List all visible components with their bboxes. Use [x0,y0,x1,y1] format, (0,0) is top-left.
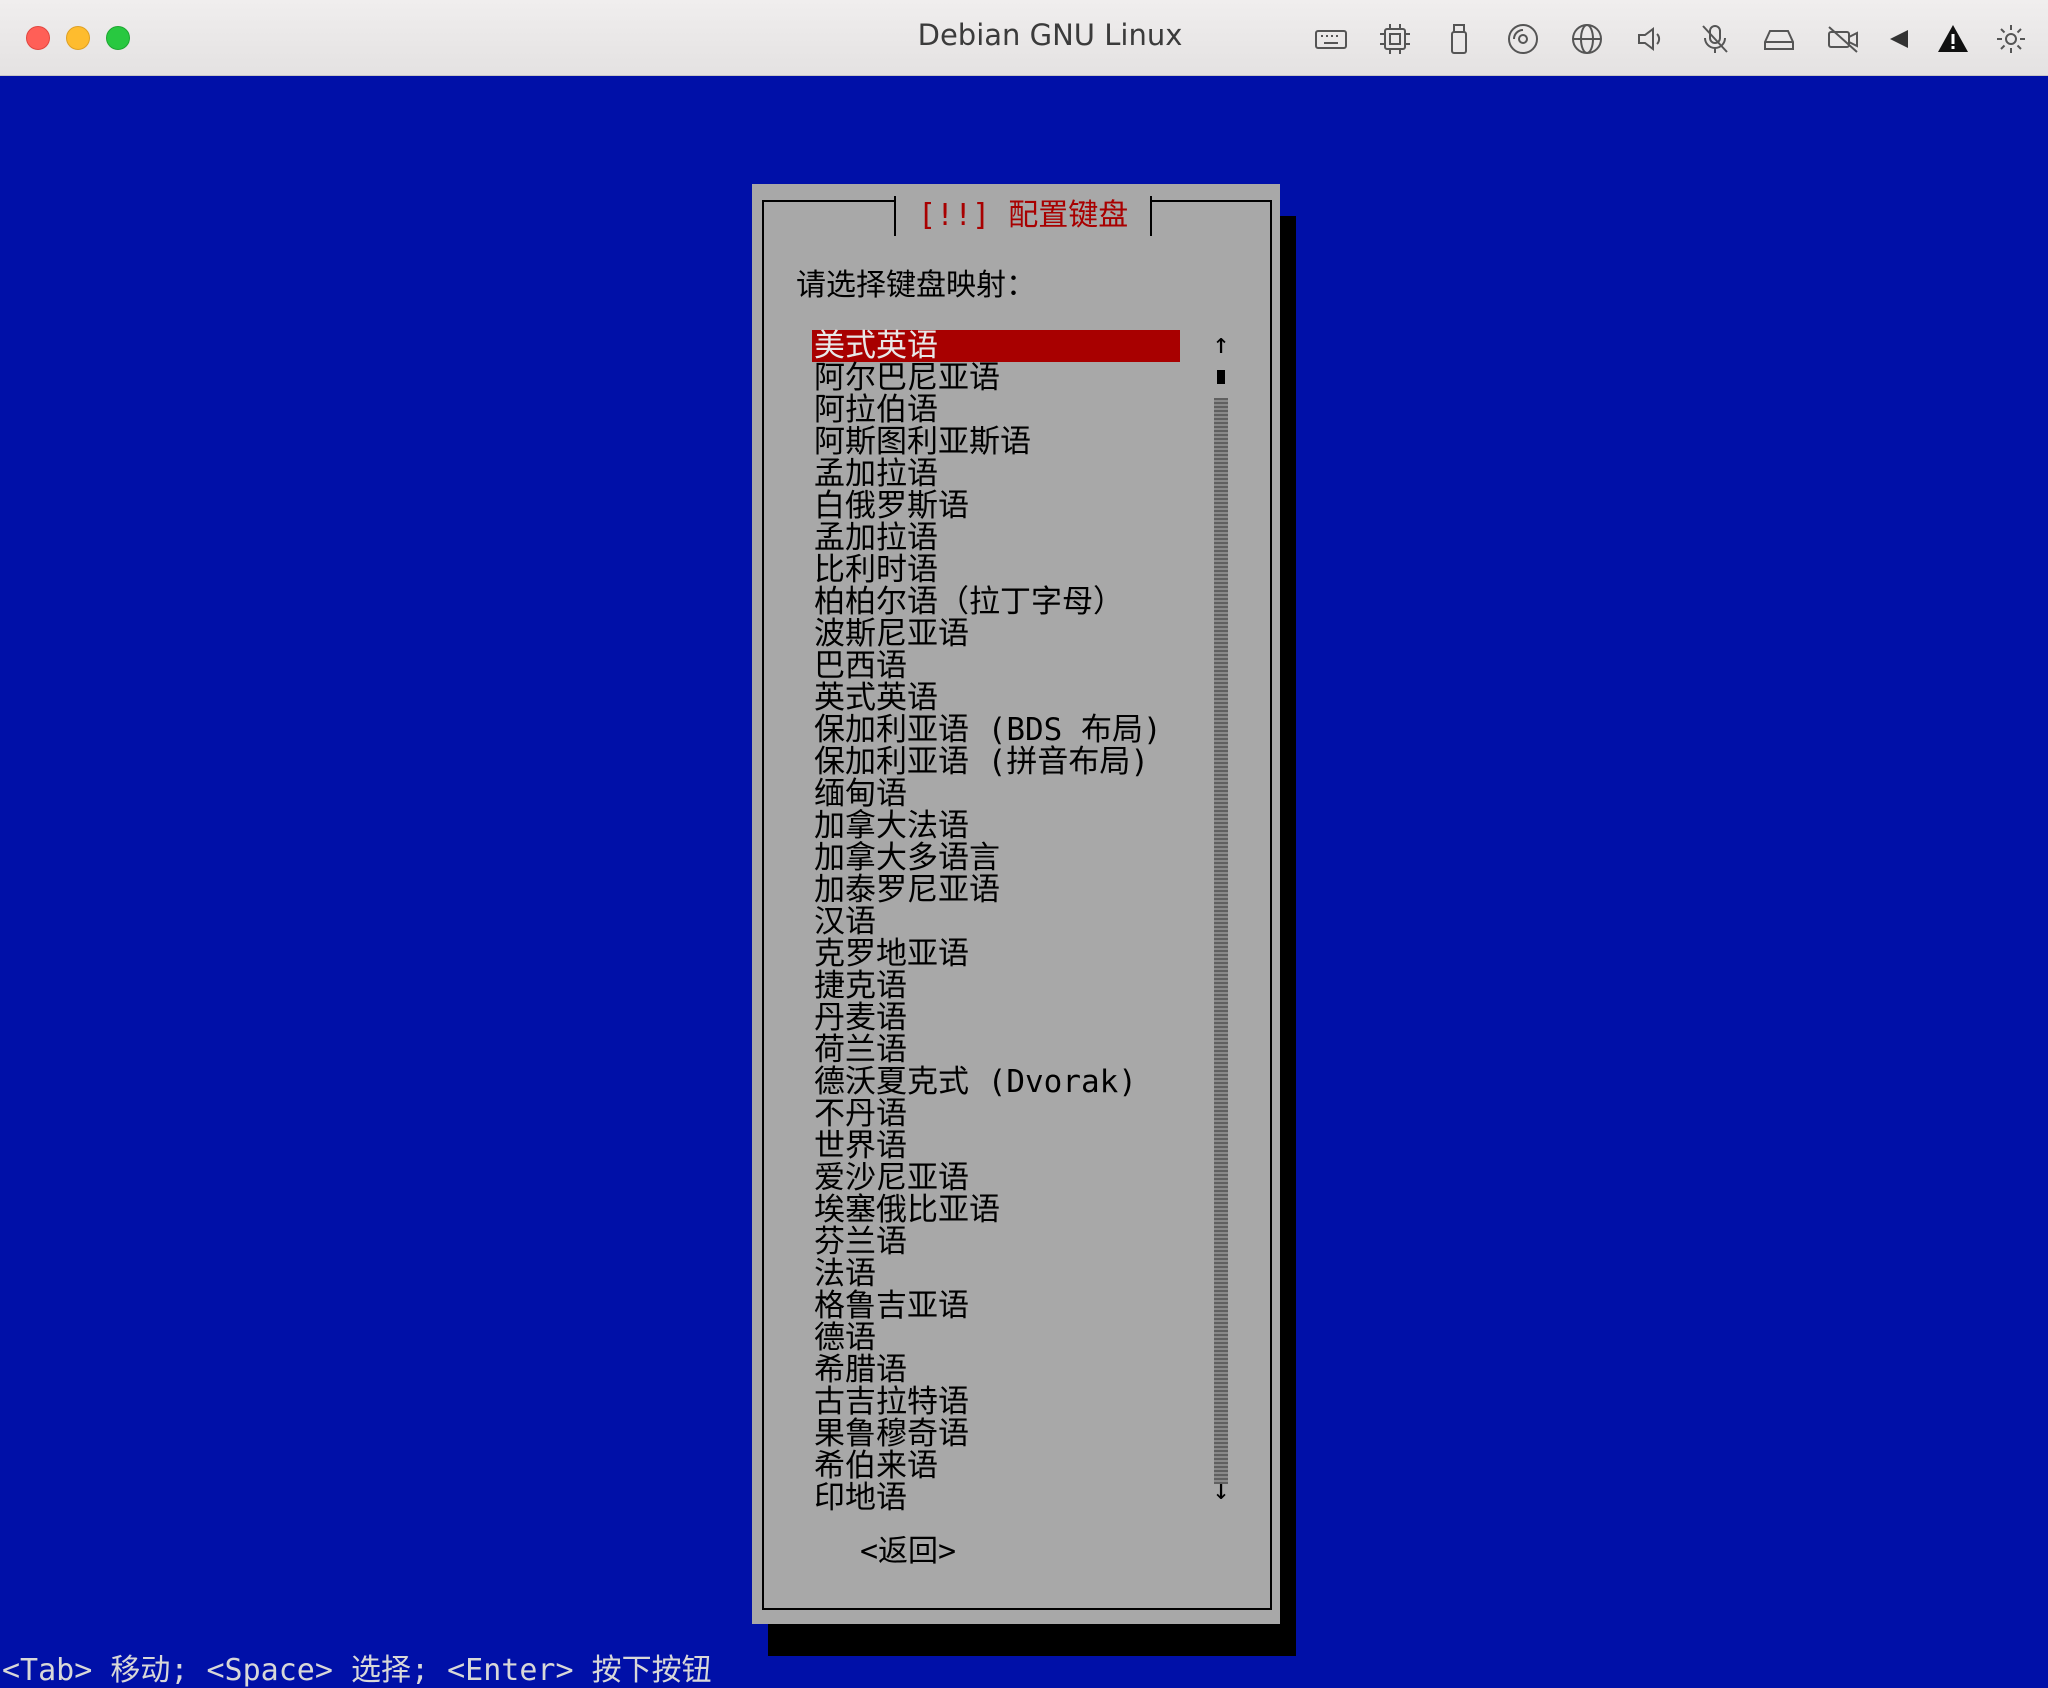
keymap-list-item[interactable]: 保加利亚语 (BDS 布局) [812,714,1180,746]
keymap-list-item[interactable]: 希伯来语 [812,1450,1180,1482]
keymap-list-item[interactable]: 法语 [812,1258,1180,1290]
cpu-icon[interactable] [1378,22,1412,56]
minimize-window-button[interactable] [66,26,90,50]
keymap-list-item[interactable]: 加拿大多语言 [812,842,1180,874]
back-button[interactable]: <返回> [860,1532,956,1572]
dialog-prompt: 请选择键盘映射： [796,268,1036,303]
usb-icon[interactable] [1442,22,1476,56]
keymap-list-item[interactable]: 柏柏尔语（拉丁字母） [812,586,1180,618]
keymap-list-item[interactable]: 印地语 [812,1482,1180,1514]
keymap-list-item[interactable]: 孟加拉语 [812,458,1180,490]
scrollbar-thumb[interactable] [1217,370,1225,384]
keymap-list-item[interactable]: 荷兰语 [812,1034,1180,1066]
keymap-list[interactable]: 美式英语 阿尔巴尼亚语 阿拉伯语 阿斯图利亚斯语 孟加拉语 白俄罗斯语 孟加拉语 比利时语 柏柏… [812,330,1180,1514]
keymap-list-item[interactable]: 汉语 [812,906,1180,938]
keymap-list-item[interactable]: 古吉拉特语 [812,1386,1180,1418]
keymap-list-item[interactable]: 保加利亚语 (拼音布局) [812,746,1180,778]
keymap-list-item[interactable]: 德语 [812,1322,1180,1354]
list-scrollbar[interactable]: ↑ ↓ [1210,330,1232,1510]
keymap-list-item[interactable]: 世界语 [812,1130,1180,1162]
window-title: Debian GNU Linux [917,18,1183,52]
keymap-list-item[interactable]: 丹麦语 [812,1002,1180,1034]
keymap-list-item[interactable]: 爱沙尼亚语 [812,1162,1180,1194]
keymap-list-item[interactable]: 加拿大法语 [812,810,1180,842]
keymap-list-item[interactable]: 白俄罗斯语 [812,490,1180,522]
camera-off-icon[interactable] [1826,22,1860,56]
keymap-list-item[interactable]: 缅甸语 [812,778,1180,810]
dialog-title: [!!] 配置键盘 [894,196,1153,236]
keymap-list-item[interactable]: 果鲁穆奇语 [812,1418,1180,1450]
speaker-icon[interactable] [1634,22,1668,56]
keymap-list-item[interactable]: 芬兰语 [812,1226,1180,1258]
keymap-list-item[interactable]: 美式英语 [812,330,1180,362]
maximize-window-button[interactable] [106,26,130,50]
keymap-list-item[interactable]: 巴西语 [812,650,1180,682]
disc-icon[interactable] [1506,22,1540,56]
scroll-up-arrow-icon[interactable]: ↑ [1210,330,1232,358]
microphone-muted-icon[interactable] [1698,22,1732,56]
dialog-frame: [!!] 配置键盘 请选择键盘映射： 美式英语 阿尔巴尼亚语 阿拉伯语 阿斯图利亚斯语… [762,196,1272,1610]
keymap-list-item[interactable]: 不丹语 [812,1098,1180,1130]
scroll-down-arrow-icon[interactable]: ↓ [1210,1476,1232,1504]
keymap-list-item[interactable]: 德沃夏克式 (Dvorak) [812,1066,1180,1098]
warning-icon[interactable] [1936,22,1970,56]
keymap-list-item[interactable]: 埃塞俄比亚语 [812,1194,1180,1226]
keymap-list-item[interactable]: 希腊语 [812,1354,1180,1386]
window-titlebar: Debian GNU Linux [0,0,2048,76]
close-window-button[interactable] [26,26,50,50]
back-arrow-icon[interactable] [1882,22,1916,56]
network-icon[interactable] [1570,22,1604,56]
scrollbar-track[interactable] [1214,398,1228,1484]
keymap-list-item[interactable]: 克罗地亚语 [812,938,1180,970]
keyboard-icon[interactable] [1314,22,1348,56]
terminal-screen: [!!] 配置键盘 请选择键盘映射： 美式英语 阿尔巴尼亚语 阿拉伯语 阿斯图利亚斯语… [0,76,2048,1688]
keymap-list-item[interactable]: 阿斯图利亚斯语 [812,426,1180,458]
keymap-list-item[interactable]: 阿尔巴尼亚语 [812,362,1180,394]
help-statusline: <Tab> 移动; <Space> 选择; <Enter> 按下按钮 [2,1653,712,1688]
keymap-list-item[interactable]: 加泰罗尼亚语 [812,874,1180,906]
keymap-list-item[interactable]: 捷克语 [812,970,1180,1002]
settings-icon[interactable] [1994,22,2028,56]
keymap-list-item[interactable]: 比利时语 [812,554,1180,586]
keyboard-config-dialog: [!!] 配置键盘 请选择键盘映射： 美式英语 阿尔巴尼亚语 阿拉伯语 阿斯图利亚斯语… [752,184,1280,1624]
keymap-list-item[interactable]: 英式英语 [812,682,1180,714]
keymap-list-item[interactable]: 格鲁吉亚语 [812,1290,1180,1322]
keymap-list-item[interactable]: 孟加拉语 [812,522,1180,554]
drive-icon[interactable] [1762,22,1796,56]
keymap-list-item[interactable]: 阿拉伯语 [812,394,1180,426]
keymap-list-item[interactable]: 波斯尼亚语 [812,618,1180,650]
